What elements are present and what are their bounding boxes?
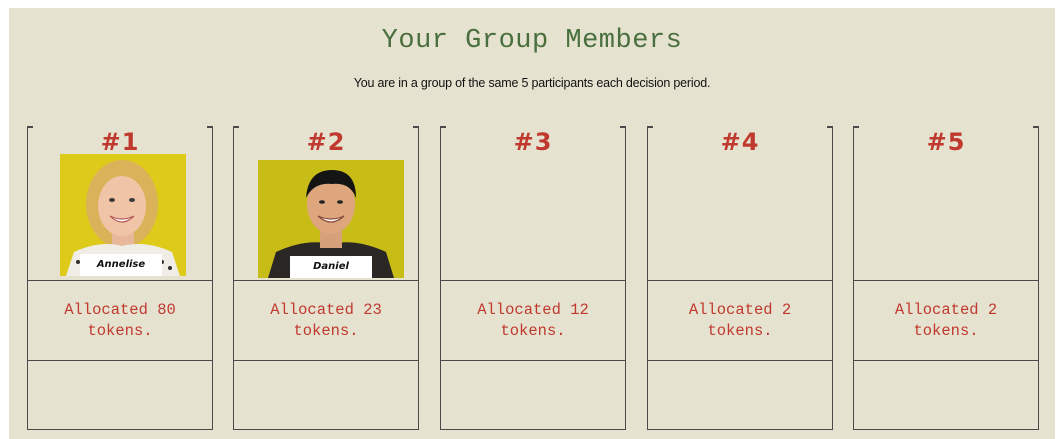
allocation-line-1: Allocated 80	[64, 301, 176, 319]
allocation-line-1: Allocated 12	[477, 301, 589, 319]
allocation-line-1: Allocated 2	[894, 301, 998, 319]
blank-row	[234, 361, 418, 430]
member-photo-area: #5	[854, 126, 1038, 281]
member-photo-area: #4	[648, 126, 832, 281]
member-card-3: #3 Allocated 12 tokens.	[440, 126, 626, 430]
member-photo-area: #2 Daniel	[234, 126, 418, 281]
name-tag: Daniel	[290, 256, 372, 278]
member-card-1: #1 Annelise Allocated 80 tokens.	[27, 126, 213, 430]
allocation-text: Allocated 2 tokens.	[854, 281, 1038, 361]
allocation-text: Allocated 12 tokens.	[441, 281, 625, 361]
page-title: Your Group Members	[381, 26, 683, 56]
allocation-line-2: tokens.	[500, 322, 566, 340]
allocation-line-2: tokens.	[707, 322, 773, 340]
member-photo: Daniel	[258, 160, 404, 278]
allocation-line-2: tokens.	[293, 322, 359, 340]
blank-row	[854, 361, 1038, 430]
member-number: #1	[100, 128, 140, 156]
member-photo-area: #3	[441, 126, 625, 281]
blank-row	[28, 361, 212, 430]
allocation-text: Allocated 2 tokens.	[648, 281, 832, 361]
allocation-text: Allocated 23 tokens.	[234, 281, 418, 361]
member-number: #4	[720, 128, 760, 156]
member-number: #5	[926, 128, 966, 156]
blank-row	[441, 361, 625, 430]
member-number: #3	[513, 128, 553, 156]
allocation-line-2: tokens.	[913, 322, 979, 340]
group-members-panel: Your Group Members You are in a group of…	[9, 8, 1055, 439]
allocation-line-1: Allocated 23	[270, 301, 382, 319]
allocation-text: Allocated 80 tokens.	[28, 281, 212, 361]
member-card-4: #4 Allocated 2 tokens.	[647, 126, 833, 430]
name-tag: Annelise	[80, 254, 162, 276]
allocation-line-1: Allocated 2	[688, 301, 792, 319]
member-card-2: #2 Daniel Allocated 23 tokens.	[233, 126, 419, 430]
member-photo: Annelise	[60, 154, 186, 276]
member-photo-area: #1 Annelise	[28, 126, 212, 281]
member-number: #2	[306, 128, 346, 156]
blank-row	[648, 361, 832, 430]
page-subtitle: You are in a group of the same 5 partici…	[353, 76, 711, 90]
member-card-5: #5 Allocated 2 tokens.	[853, 126, 1039, 430]
allocation-line-2: tokens.	[87, 322, 153, 340]
